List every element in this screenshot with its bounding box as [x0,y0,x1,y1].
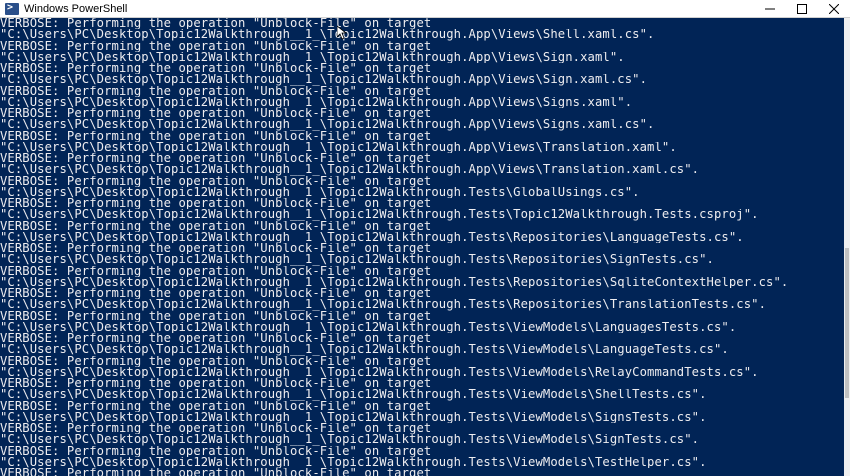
console-line: "C:\Users\PC\Desktop\Topic12Walkthrough_… [0,141,677,153]
title-bar[interactable]: > Windows PowerShell [0,0,850,18]
console-line: VERBOSE: Performing the operation "Unblo… [0,130,432,142]
maximize-icon [797,3,807,14]
console-line: VERBOSE: Performing the operation "Unblo… [0,243,432,255]
console-line: VERBOSE: Performing the operation "Unblo… [0,333,432,345]
console-line: "C:\Users\PC\Desktop\Topic12Walkthrough_… [0,389,707,401]
console-line: VERBOSE: Performing the operation "Unblo… [0,445,432,457]
console-line: VERBOSE: Performing the operation "Unblo… [0,423,432,435]
maximize-button[interactable] [786,0,818,17]
console-line: "C:\Users\PC\Desktop\Topic12Walkthrough_… [0,276,789,288]
scrollbar-thumb[interactable] [845,248,849,398]
console-line: VERBOSE: Performing the operation "Unblo… [0,288,432,300]
console-line: "C:\Users\PC\Desktop\Topic12Walkthrough_… [0,411,707,423]
console-output[interactable]: VERBOSE: Performing the operation "Unblo… [0,18,844,476]
close-icon [829,3,839,14]
console-line: "C:\Users\PC\Desktop\Topic12Walkthrough_… [0,299,767,311]
window-title: Windows PowerShell [24,2,128,15]
minimize-button[interactable] [754,0,786,17]
console-line: VERBOSE: Performing the operation "Unblo… [0,175,432,187]
console-line: "C:\Users\PC\Desktop\Topic12Walkthrough_… [0,29,655,41]
vertical-scrollbar[interactable] [844,18,850,476]
console-line: "C:\Users\PC\Desktop\Topic12Walkthrough_… [0,434,700,446]
mouse-pointer-icon [337,26,347,40]
console-lines: VERBOSE: Performing the operation "Unblo… [0,18,818,476]
console-line: VERBOSE: Performing the operation "Unblo… [0,108,432,120]
console-line: "C:\Users\PC\Desktop\Topic12Walkthrough_… [0,51,625,63]
console-line: VERBOSE: Performing the operation "Unblo… [0,468,432,476]
console-line: "C:\Users\PC\Desktop\Topic12Walkthrough_… [0,456,707,468]
console-line: VERBOSE: Performing the operation "Unblo… [0,40,432,52]
console-line: VERBOSE: Performing the operation "Unblo… [0,18,432,30]
console-line: VERBOSE: Performing the operation "Unblo… [0,153,432,165]
caption-buttons [754,0,850,17]
console-line: VERBOSE: Performing the operation "Unblo… [0,198,432,210]
powershell-window: > Windows PowerShell VERBOSE: Performing… [0,0,850,476]
console-line: "C:\Users\PC\Desktop\Topic12Walkthrough_… [0,254,714,266]
console-line: "C:\Users\PC\Desktop\Topic12Walkthrough_… [0,366,759,378]
console-line: "C:\Users\PC\Desktop\Topic12Walkthrough_… [0,119,655,131]
console-line: VERBOSE: Performing the operation "Unblo… [0,378,432,390]
console-line: "C:\Users\PC\Desktop\Topic12Walkthrough_… [0,164,700,176]
console-line: "C:\Users\PC\Desktop\Topic12Walkthrough_… [0,344,729,356]
console-line: VERBOSE: Performing the operation "Unblo… [0,220,432,232]
console-line: VERBOSE: Performing the operation "Unblo… [0,85,432,97]
console-line: "C:\Users\PC\Desktop\Topic12Walkthrough_… [0,209,759,221]
powershell-icon: > [5,2,19,15]
console-line: VERBOSE: Performing the operation "Unblo… [0,265,432,277]
close-button[interactable] [818,0,850,17]
console-line: VERBOSE: Performing the operation "Unblo… [0,63,432,75]
console-line: VERBOSE: Performing the operation "Unblo… [0,310,432,322]
console-line: "C:\Users\PC\Desktop\Topic12Walkthrough_… [0,74,648,86]
console-line: "C:\Users\PC\Desktop\Topic12Walkthrough_… [0,96,633,108]
console-line: "C:\Users\PC\Desktop\Topic12Walkthrough_… [0,321,737,333]
console-line: "C:\Users\PC\Desktop\Topic12Walkthrough_… [0,231,744,243]
minimize-icon [765,8,775,9]
console-line: VERBOSE: Performing the operation "Unblo… [0,355,432,367]
console-line: "C:\Users\PC\Desktop\Topic12Walkthrough_… [0,186,640,198]
console-line: VERBOSE: Performing the operation "Unblo… [0,400,432,412]
